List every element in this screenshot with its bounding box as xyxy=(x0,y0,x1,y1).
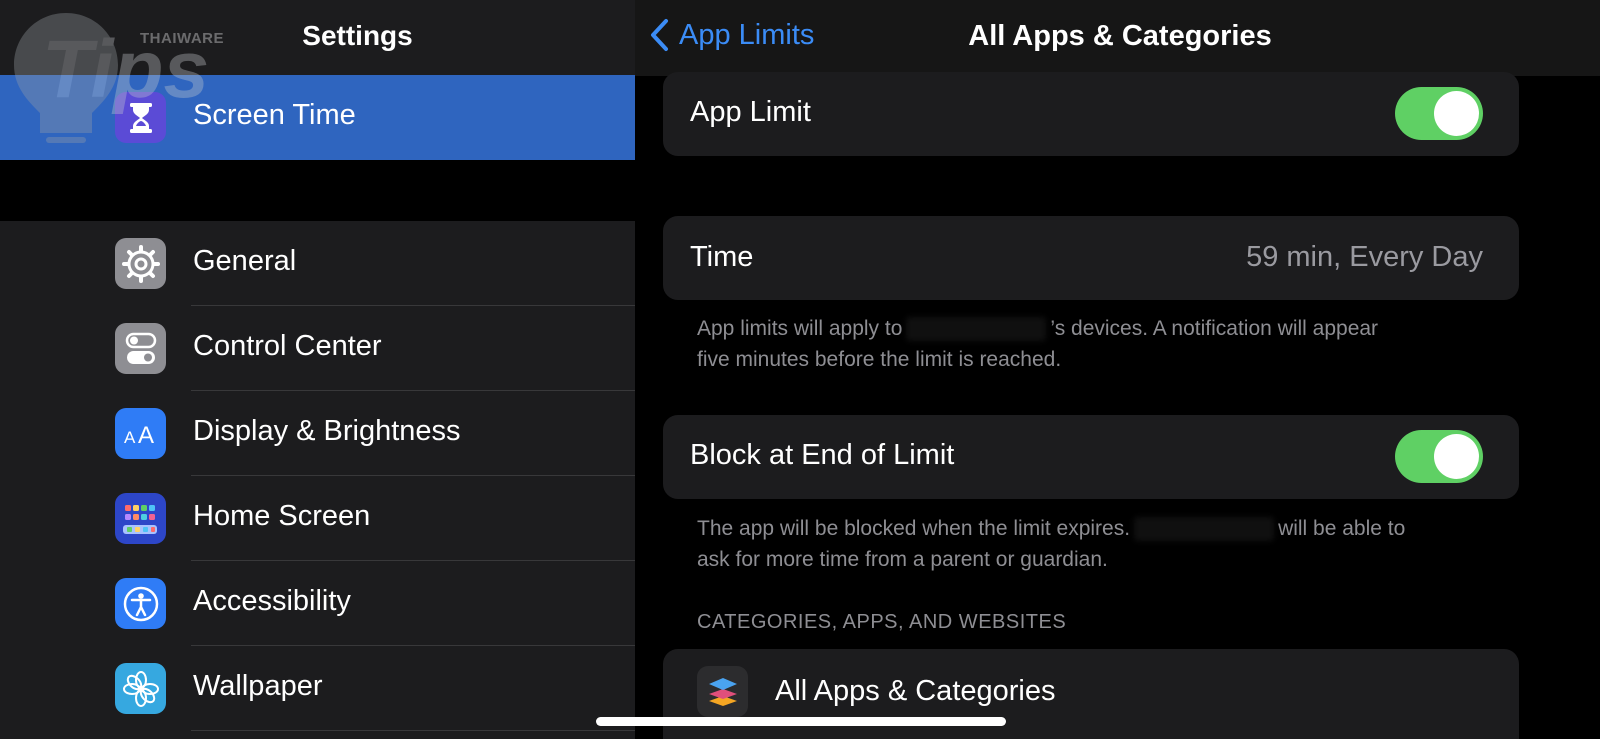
redacted-name xyxy=(1134,517,1275,542)
time-footnote: App limits will apply to ’s devices. A no… xyxy=(697,313,1497,375)
sidebar-item-label: Home Screen xyxy=(193,500,371,532)
page-title: All Apps & Categories xyxy=(968,20,1272,52)
sidebar-item-control-center[interactable]: Control Center xyxy=(0,306,635,391)
sidebar-item-screen-time[interactable]: Screen Time xyxy=(0,75,635,160)
app-limit-cell: App Limit xyxy=(663,72,1519,156)
footnote-text: will be able to xyxy=(1278,517,1406,540)
block-footnote: The app will be blocked when the limit e… xyxy=(697,513,1497,575)
sidebar-item-wallpaper[interactable]: Wallpaper xyxy=(0,646,635,731)
sidebar-item-label: General xyxy=(193,245,297,277)
time-label: Time xyxy=(690,241,754,273)
section-gap xyxy=(0,160,635,221)
sidebar-title: Settings xyxy=(302,20,413,51)
time-value: 59 min, Every Day xyxy=(1246,241,1483,273)
sidebar-item-home-screen[interactable]: Home Screen xyxy=(0,476,635,561)
sidebar-item-display-brightness[interactable]: A A Display & Brightness xyxy=(0,391,635,476)
app-limit-label: App Limit xyxy=(690,96,811,128)
sidebar-item-label: Screen Time xyxy=(193,99,356,131)
row-separator xyxy=(191,730,635,731)
footnote-text: App limits will apply to xyxy=(697,317,903,340)
chevron-left-icon xyxy=(651,19,668,51)
block-at-end-cell: Block at End of Limit xyxy=(663,415,1519,499)
navigation-bar: App Limits All Apps & Categories xyxy=(635,0,1600,76)
sidebar-item-label: Wallpaper xyxy=(193,670,323,702)
section-header: CATEGORIES, APPS, AND WEBSITES xyxy=(697,611,1067,633)
block-at-end-toggle[interactable] xyxy=(1395,430,1483,483)
gear-icon xyxy=(115,238,166,289)
category-item-label: All Apps & Categories xyxy=(775,675,1056,707)
sidebar-item-general[interactable]: General xyxy=(0,221,635,306)
hourglass-icon xyxy=(115,92,166,143)
text-size-icon: A A xyxy=(115,408,166,459)
stack-layers-icon xyxy=(697,666,748,717)
block-at-end-label: Block at End of Limit xyxy=(690,439,955,471)
svg-text:A: A xyxy=(138,422,154,449)
settings-sidebar: Settings Screen Time General Control Cen… xyxy=(0,0,635,739)
footnote-text: five minutes before the limit is reached… xyxy=(697,348,1062,371)
footnote-text: ’s devices. A notification will appear xyxy=(1050,317,1379,340)
svg-text:A: A xyxy=(124,428,136,447)
redacted-name xyxy=(906,317,1047,342)
app-limit-toggle[interactable] xyxy=(1395,87,1483,140)
toggle-knob xyxy=(1434,91,1479,136)
toggles-icon xyxy=(115,323,166,374)
footnote-text: ask for more time from a parent or guard… xyxy=(697,548,1108,571)
sidebar-header: Settings xyxy=(0,0,635,75)
sidebar-item-label: Display & Brightness xyxy=(193,415,461,447)
sidebar-item-accessibility[interactable]: Accessibility xyxy=(0,561,635,646)
footnote-text: The app will be blocked when the limit e… xyxy=(697,517,1131,540)
home-grid-icon xyxy=(115,493,166,544)
home-indicator[interactable] xyxy=(596,717,1006,726)
accessibility-icon xyxy=(115,578,166,629)
time-cell[interactable]: Time 59 min, Every Day xyxy=(663,216,1519,300)
toggle-knob xyxy=(1434,434,1479,479)
detail-pane: App Limits All Apps & Categories App Lim… xyxy=(635,0,1600,739)
sidebar-item-label: Accessibility xyxy=(193,585,351,617)
flower-icon xyxy=(115,663,166,714)
sidebar-item-label: Control Center xyxy=(193,330,382,362)
